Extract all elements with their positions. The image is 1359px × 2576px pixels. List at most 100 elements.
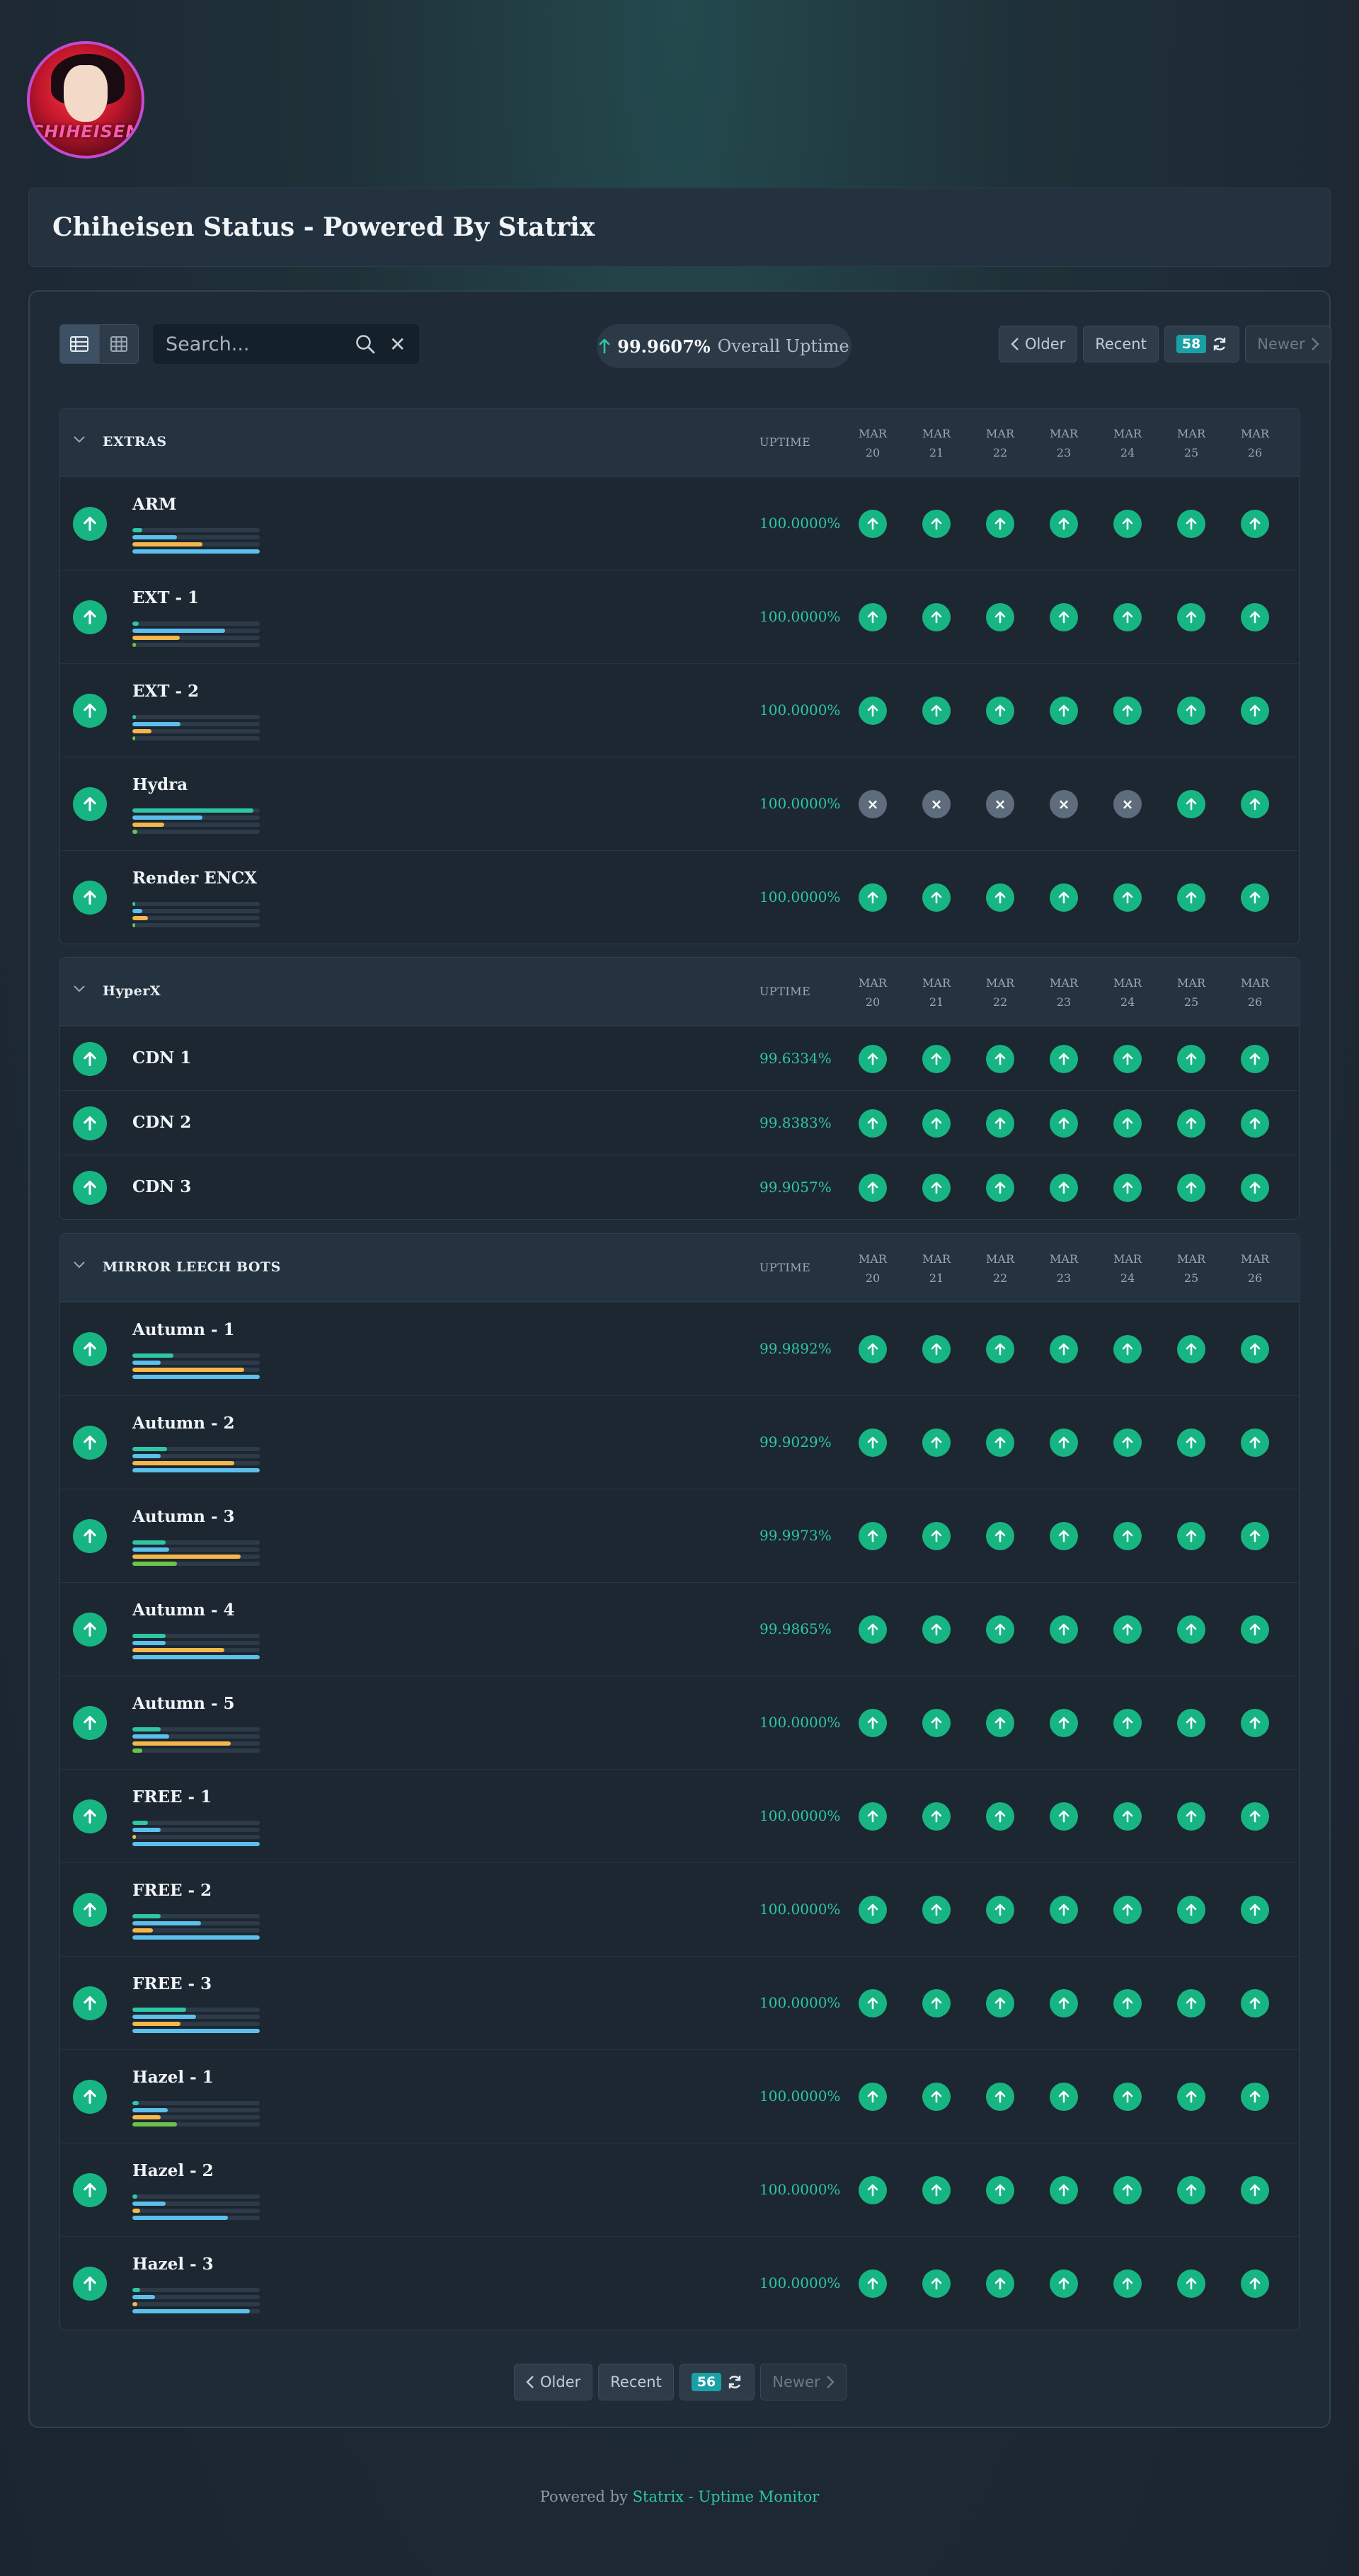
- day-status-up[interactable]: [859, 2176, 887, 2204]
- day-status-up[interactable]: [922, 883, 951, 912]
- day-status-up[interactable]: [1241, 883, 1269, 912]
- day-status-up[interactable]: [1113, 1044, 1142, 1073]
- group-header[interactable]: EXTRAS UPTIME MAR 20 MAR 21 MAR 22 MAR 23 MAR 24 MAR…: [60, 408, 1299, 476]
- day-status-up[interactable]: [859, 1615, 887, 1644]
- day-status-up[interactable]: [922, 603, 951, 631]
- monitor-row[interactable]: Hydra 100.0000% × × × × ×: [60, 757, 1299, 850]
- day-status-up[interactable]: [1050, 697, 1078, 725]
- day-status-up[interactable]: [1177, 883, 1205, 912]
- day-status-unknown[interactable]: ×: [1050, 790, 1078, 818]
- day-status-up[interactable]: [1241, 1335, 1269, 1363]
- day-status-up[interactable]: [1241, 2176, 1269, 2204]
- day-status-up[interactable]: [859, 1044, 887, 1073]
- chevron-down-icon[interactable]: [73, 985, 86, 993]
- day-status-up[interactable]: [922, 1109, 951, 1138]
- day-status-up[interactable]: [1177, 2269, 1205, 2298]
- day-status-up[interactable]: [859, 1429, 887, 1457]
- day-status-up[interactable]: [1113, 697, 1142, 725]
- day-status-up[interactable]: [1177, 2176, 1205, 2204]
- day-status-up[interactable]: [1050, 1429, 1078, 1457]
- monitor-row[interactable]: Autumn - 5 100.0000%: [60, 1676, 1299, 1769]
- older-button-bottom[interactable]: Older: [514, 2364, 593, 2400]
- monitor-row[interactable]: Autumn - 1 99.9892%: [60, 1302, 1299, 1395]
- day-status-up[interactable]: [859, 1173, 887, 1202]
- day-status-up[interactable]: [986, 1989, 1014, 2017]
- day-status-up[interactable]: [859, 1522, 887, 1550]
- day-status-up[interactable]: [1177, 1173, 1205, 1202]
- monitor-row[interactable]: EXT - 2 100.0000%: [60, 663, 1299, 757]
- day-status-up[interactable]: [1113, 1173, 1142, 1202]
- day-status-up[interactable]: [986, 697, 1014, 725]
- day-status-up[interactable]: [1241, 510, 1269, 538]
- day-status-up[interactable]: [922, 2176, 951, 2204]
- day-status-up[interactable]: [1050, 2176, 1078, 2204]
- day-status-up[interactable]: [986, 603, 1014, 631]
- day-status-up[interactable]: [922, 1173, 951, 1202]
- day-status-up[interactable]: [859, 1802, 887, 1831]
- monitor-row[interactable]: CDN 1 99.6334%: [60, 1026, 1299, 1090]
- day-status-up[interactable]: [986, 2083, 1014, 2111]
- statrix-link[interactable]: Statrix - Uptime Monitor: [633, 2488, 820, 2505]
- monitor-row[interactable]: FREE - 2 100.0000%: [60, 1862, 1299, 1956]
- monitor-row[interactable]: Hazel - 1 100.0000%: [60, 2049, 1299, 2143]
- day-status-up[interactable]: [986, 510, 1014, 538]
- day-status-up[interactable]: [1113, 603, 1142, 631]
- day-status-up[interactable]: [922, 510, 951, 538]
- day-status-up[interactable]: [1177, 1335, 1205, 1363]
- day-status-up[interactable]: [859, 883, 887, 912]
- chevron-down-icon[interactable]: [73, 435, 86, 444]
- day-status-up[interactable]: [1113, 1615, 1142, 1644]
- day-status-up[interactable]: [986, 883, 1014, 912]
- day-status-up[interactable]: [1113, 1429, 1142, 1457]
- search-input[interactable]: [153, 333, 344, 355]
- monitor-row[interactable]: Hazel - 2 100.0000%: [60, 2143, 1299, 2236]
- day-status-up[interactable]: [1177, 1709, 1205, 1737]
- day-status-up[interactable]: [922, 1709, 951, 1737]
- day-status-up[interactable]: [1241, 603, 1269, 631]
- day-status-up[interactable]: [1050, 1335, 1078, 1363]
- day-status-up[interactable]: [986, 1522, 1014, 1550]
- monitor-row[interactable]: Autumn - 2 99.9029%: [60, 1395, 1299, 1489]
- day-status-up[interactable]: [859, 1989, 887, 2017]
- chevron-down-icon[interactable]: [73, 1261, 86, 1269]
- recent-button-bottom[interactable]: Recent: [598, 2364, 674, 2400]
- newer-button-bottom[interactable]: Newer: [760, 2364, 847, 2400]
- day-status-up[interactable]: [986, 1802, 1014, 1831]
- monitor-row[interactable]: Autumn - 3 99.9973%: [60, 1489, 1299, 1582]
- refresh-button[interactable]: 58: [1164, 326, 1240, 362]
- day-status-up[interactable]: [986, 2269, 1014, 2298]
- day-status-up[interactable]: [1050, 1044, 1078, 1073]
- day-status-up[interactable]: [1113, 2269, 1142, 2298]
- day-status-up[interactable]: [922, 2269, 951, 2298]
- day-status-up[interactable]: [1050, 2269, 1078, 2298]
- day-status-up[interactable]: [1050, 2083, 1078, 2111]
- day-status-up[interactable]: [1241, 1615, 1269, 1644]
- older-button[interactable]: Older: [999, 326, 1078, 362]
- day-status-up[interactable]: [1241, 1709, 1269, 1737]
- day-status-up[interactable]: [1241, 1109, 1269, 1138]
- day-status-up[interactable]: [922, 1802, 951, 1831]
- day-status-up[interactable]: [1177, 1989, 1205, 2017]
- day-status-up[interactable]: [1241, 1896, 1269, 1924]
- day-status-up[interactable]: [1050, 1896, 1078, 1924]
- day-status-up[interactable]: [1113, 1522, 1142, 1550]
- day-status-up[interactable]: [986, 1335, 1014, 1363]
- day-status-up[interactable]: [986, 1709, 1014, 1737]
- day-status-up[interactable]: [986, 1109, 1014, 1138]
- group-header[interactable]: HyperX UPTIME MAR 20 MAR 21 MAR 22 MAR 23 MAR 24 MAR…: [60, 958, 1299, 1026]
- monitor-row[interactable]: FREE - 3 100.0000%: [60, 1956, 1299, 2049]
- day-status-up[interactable]: [1113, 1896, 1142, 1924]
- day-status-up[interactable]: [1113, 1989, 1142, 2017]
- day-status-up[interactable]: [859, 603, 887, 631]
- day-status-up[interactable]: [922, 1615, 951, 1644]
- monitor-row[interactable]: FREE - 1 100.0000%: [60, 1769, 1299, 1862]
- day-status-up[interactable]: [1050, 603, 1078, 631]
- day-status-up[interactable]: [1241, 1802, 1269, 1831]
- day-status-up[interactable]: [1113, 883, 1142, 912]
- monitor-row[interactable]: CDN 3 99.9057%: [60, 1155, 1299, 1219]
- day-status-up[interactable]: [1177, 1044, 1205, 1073]
- day-status-up[interactable]: [1241, 2083, 1269, 2111]
- day-status-up[interactable]: [859, 697, 887, 725]
- day-status-up[interactable]: [1050, 1522, 1078, 1550]
- day-status-up[interactable]: [859, 510, 887, 538]
